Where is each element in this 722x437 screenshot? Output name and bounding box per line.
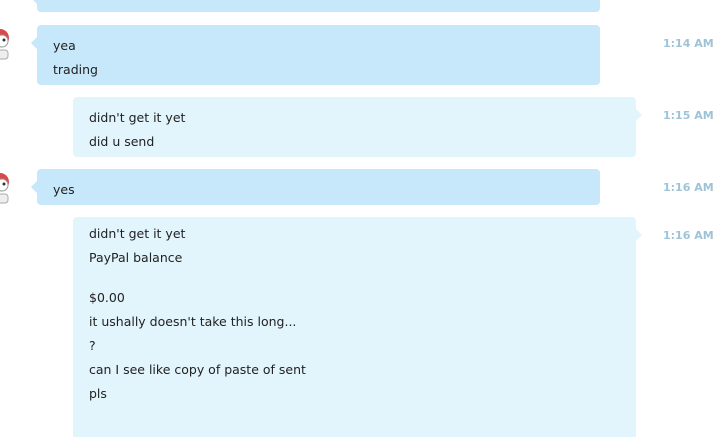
message-bubble[interactable]: didn't get it yet PayPal balance $0.00 i… bbox=[73, 217, 642, 437]
message-line: it ushally doesn't take this long... bbox=[89, 314, 297, 329]
message-line: PayPal balance bbox=[89, 250, 183, 265]
message-line: ? bbox=[89, 338, 96, 353]
message-line bbox=[89, 270, 620, 286]
message-line: yea bbox=[53, 38, 76, 53]
message-line: didn't get it yet bbox=[89, 226, 186, 241]
message-bubble[interactable]: yea trading bbox=[31, 25, 600, 85]
message-timestamp: 1:14 AM bbox=[663, 37, 714, 50]
message-line: trading bbox=[53, 62, 98, 77]
avatar-icon[interactable] bbox=[0, 170, 14, 204]
message-timestamp: 1:16 AM bbox=[663, 181, 714, 194]
message-line: $0.00 bbox=[89, 290, 125, 305]
chat-window: yea trading 1:14 AM didn't get it yet di… bbox=[0, 0, 722, 437]
avatar-icon[interactable] bbox=[0, 26, 14, 60]
message-bubble[interactable]: didn't get it yet did u send bbox=[73, 97, 642, 157]
previous-message-bubble bbox=[31, 0, 600, 12]
message-timestamp: 1:16 AM bbox=[663, 229, 714, 242]
message-line: didn't get it yet bbox=[89, 110, 186, 125]
message-line: can I see like copy of paste of sent bbox=[89, 362, 306, 377]
message-line: pls bbox=[89, 386, 107, 401]
message-bubble[interactable]: yes bbox=[31, 169, 600, 205]
message-line: yes bbox=[53, 182, 75, 197]
message-timestamp: 1:15 AM bbox=[663, 109, 714, 122]
message-line: did u send bbox=[89, 134, 155, 149]
